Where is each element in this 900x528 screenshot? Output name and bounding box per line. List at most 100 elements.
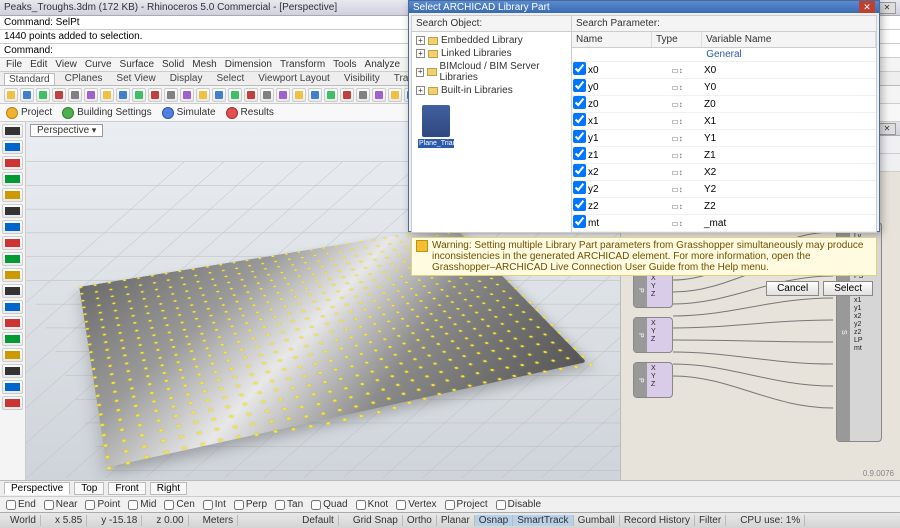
- status-smarttrack[interactable]: SmartTrack: [513, 515, 573, 526]
- osnap-knot[interactable]: Knot: [356, 499, 389, 510]
- left-tool-4[interactable]: [2, 188, 23, 202]
- toolbar-button-18[interactable]: [292, 88, 306, 102]
- param-row[interactable]: z1▭↕Z1: [572, 147, 876, 164]
- left-tool-10[interactable]: [2, 284, 23, 298]
- tab-cplanes[interactable]: CPlanes: [61, 73, 107, 84]
- toolbar-button-6[interactable]: [100, 88, 114, 102]
- menu-transform[interactable]: Transform: [280, 59, 325, 70]
- toolbar-button-21[interactable]: [340, 88, 354, 102]
- param-row[interactable]: x1▭↕X1: [572, 113, 876, 130]
- left-tool-8[interactable]: [2, 252, 23, 266]
- osnap-end[interactable]: End: [6, 499, 36, 510]
- toolbar-button-17[interactable]: [276, 88, 290, 102]
- toolbar-button-8[interactable]: [132, 88, 146, 102]
- status-planar[interactable]: Planar: [437, 515, 475, 526]
- library-thumbnail[interactable]: Plane_Triangular_Paneling_gsm: [418, 105, 454, 148]
- toolbar-button-3[interactable]: [52, 88, 66, 102]
- menu-edit[interactable]: Edit: [30, 59, 47, 70]
- param-row[interactable]: z0▭↕Z0: [572, 96, 876, 113]
- toolbar-button-7[interactable]: [116, 88, 130, 102]
- menu-tools[interactable]: Tools: [333, 59, 356, 70]
- menu-mesh[interactable]: Mesh: [192, 59, 216, 70]
- menu-view[interactable]: View: [55, 59, 77, 70]
- gh-node-point-3[interactable]: PXYZ: [633, 362, 673, 398]
- toolbar-button-20[interactable]: [324, 88, 338, 102]
- toolbar-button-16[interactable]: [260, 88, 274, 102]
- building-settings-button[interactable]: Building Settings: [62, 107, 152, 119]
- osnap-point[interactable]: Point: [85, 499, 120, 510]
- osnap-quad[interactable]: Quad: [311, 499, 347, 510]
- left-tool-15[interactable]: [2, 364, 23, 378]
- menu-dimension[interactable]: Dimension: [225, 59, 272, 70]
- menu-surface[interactable]: Surface: [120, 59, 154, 70]
- status-ortho[interactable]: Ortho: [403, 515, 437, 526]
- tab-select[interactable]: Select: [213, 73, 249, 84]
- tree-item[interactable]: +Linked Libraries: [416, 47, 567, 60]
- toolbar-button-14[interactable]: [228, 88, 242, 102]
- left-tool-3[interactable]: [2, 172, 23, 186]
- osnap-project[interactable]: Project: [445, 499, 488, 510]
- left-tool-5[interactable]: [2, 204, 23, 218]
- osnap-perp[interactable]: Perp: [234, 499, 267, 510]
- toolbar-button-12[interactable]: [196, 88, 210, 102]
- left-tool-13[interactable]: [2, 332, 23, 346]
- tab-set-view[interactable]: Set View: [112, 73, 159, 84]
- toolbar-button-22[interactable]: [356, 88, 370, 102]
- status-record-history[interactable]: Record History: [620, 515, 695, 526]
- results-button[interactable]: Results: [226, 107, 274, 119]
- tab-viewport-layout[interactable]: Viewport Layout: [254, 73, 334, 84]
- param-row[interactable]: y2▭↕Y2: [572, 181, 876, 198]
- toolbar-button-23[interactable]: [372, 88, 386, 102]
- left-tool-17[interactable]: [2, 396, 23, 410]
- osnap-int[interactable]: Int: [203, 499, 226, 510]
- gh-close-icon[interactable]: ✕: [878, 123, 896, 135]
- tree-item[interactable]: +BIMcloud / BIM Server Libraries: [416, 60, 567, 84]
- toolbar-button-9[interactable]: [148, 88, 162, 102]
- toolbar-button-0[interactable]: [4, 88, 18, 102]
- menu-curve[interactable]: Curve: [85, 59, 112, 70]
- cancel-button[interactable]: Cancel: [766, 281, 819, 296]
- osnap-cen[interactable]: Cen: [164, 499, 194, 510]
- param-row[interactable]: mt▭↕_mat: [572, 215, 876, 232]
- toolbar-button-5[interactable]: [84, 88, 98, 102]
- view-tab-front[interactable]: Front: [108, 482, 145, 495]
- toolbar-button-10[interactable]: [164, 88, 178, 102]
- tab-visibility[interactable]: Visibility: [340, 73, 384, 84]
- tab-standard[interactable]: Standard: [4, 73, 55, 85]
- tree-item[interactable]: +Embedded Library: [416, 34, 567, 47]
- toolbar-button-2[interactable]: [36, 88, 50, 102]
- gh-node-point-2[interactable]: PXYZ: [633, 317, 673, 353]
- osnap-near[interactable]: Near: [44, 499, 78, 510]
- view-tab-perspective[interactable]: Perspective: [4, 482, 70, 495]
- left-tool-12[interactable]: [2, 316, 23, 330]
- left-tool-2[interactable]: [2, 156, 23, 170]
- toolbar-button-1[interactable]: [20, 88, 34, 102]
- status-grid-snap[interactable]: Grid Snap: [349, 515, 403, 526]
- param-row[interactable]: x2▭↕X2: [572, 164, 876, 181]
- dialog-close-icon[interactable]: ✕: [859, 1, 875, 13]
- view-tab-right[interactable]: Right: [150, 482, 187, 495]
- tab-display[interactable]: Display: [166, 73, 207, 84]
- param-row[interactable]: y1▭↕Y1: [572, 130, 876, 147]
- status-layer[interactable]: Default: [298, 515, 339, 526]
- left-tool-6[interactable]: [2, 220, 23, 234]
- status-units[interactable]: Meters: [199, 515, 239, 526]
- tree-item[interactable]: +Built-in Libraries: [416, 84, 567, 97]
- menu-analyze[interactable]: Analyze: [365, 59, 401, 70]
- menu-solid[interactable]: Solid: [162, 59, 184, 70]
- toolbar-button-19[interactable]: [308, 88, 322, 102]
- simulate-button[interactable]: Simulate: [162, 107, 216, 119]
- toolbar-button-24[interactable]: [388, 88, 402, 102]
- left-tool-9[interactable]: [2, 268, 23, 282]
- param-row[interactable]: x0▭↕X0: [572, 62, 876, 79]
- view-tab-top[interactable]: Top: [74, 482, 104, 495]
- project-button[interactable]: Project: [6, 107, 52, 119]
- library-tree[interactable]: +Embedded Library+Linked Libraries+BIMcl…: [412, 32, 571, 99]
- left-tool-11[interactable]: [2, 300, 23, 314]
- status-filter[interactable]: Filter: [695, 515, 726, 526]
- status-osnap[interactable]: Osnap: [475, 515, 513, 526]
- left-tool-0[interactable]: [2, 124, 23, 138]
- left-tool-7[interactable]: [2, 236, 23, 250]
- status-gumball[interactable]: Gumball: [574, 515, 620, 526]
- toolbar-button-13[interactable]: [212, 88, 226, 102]
